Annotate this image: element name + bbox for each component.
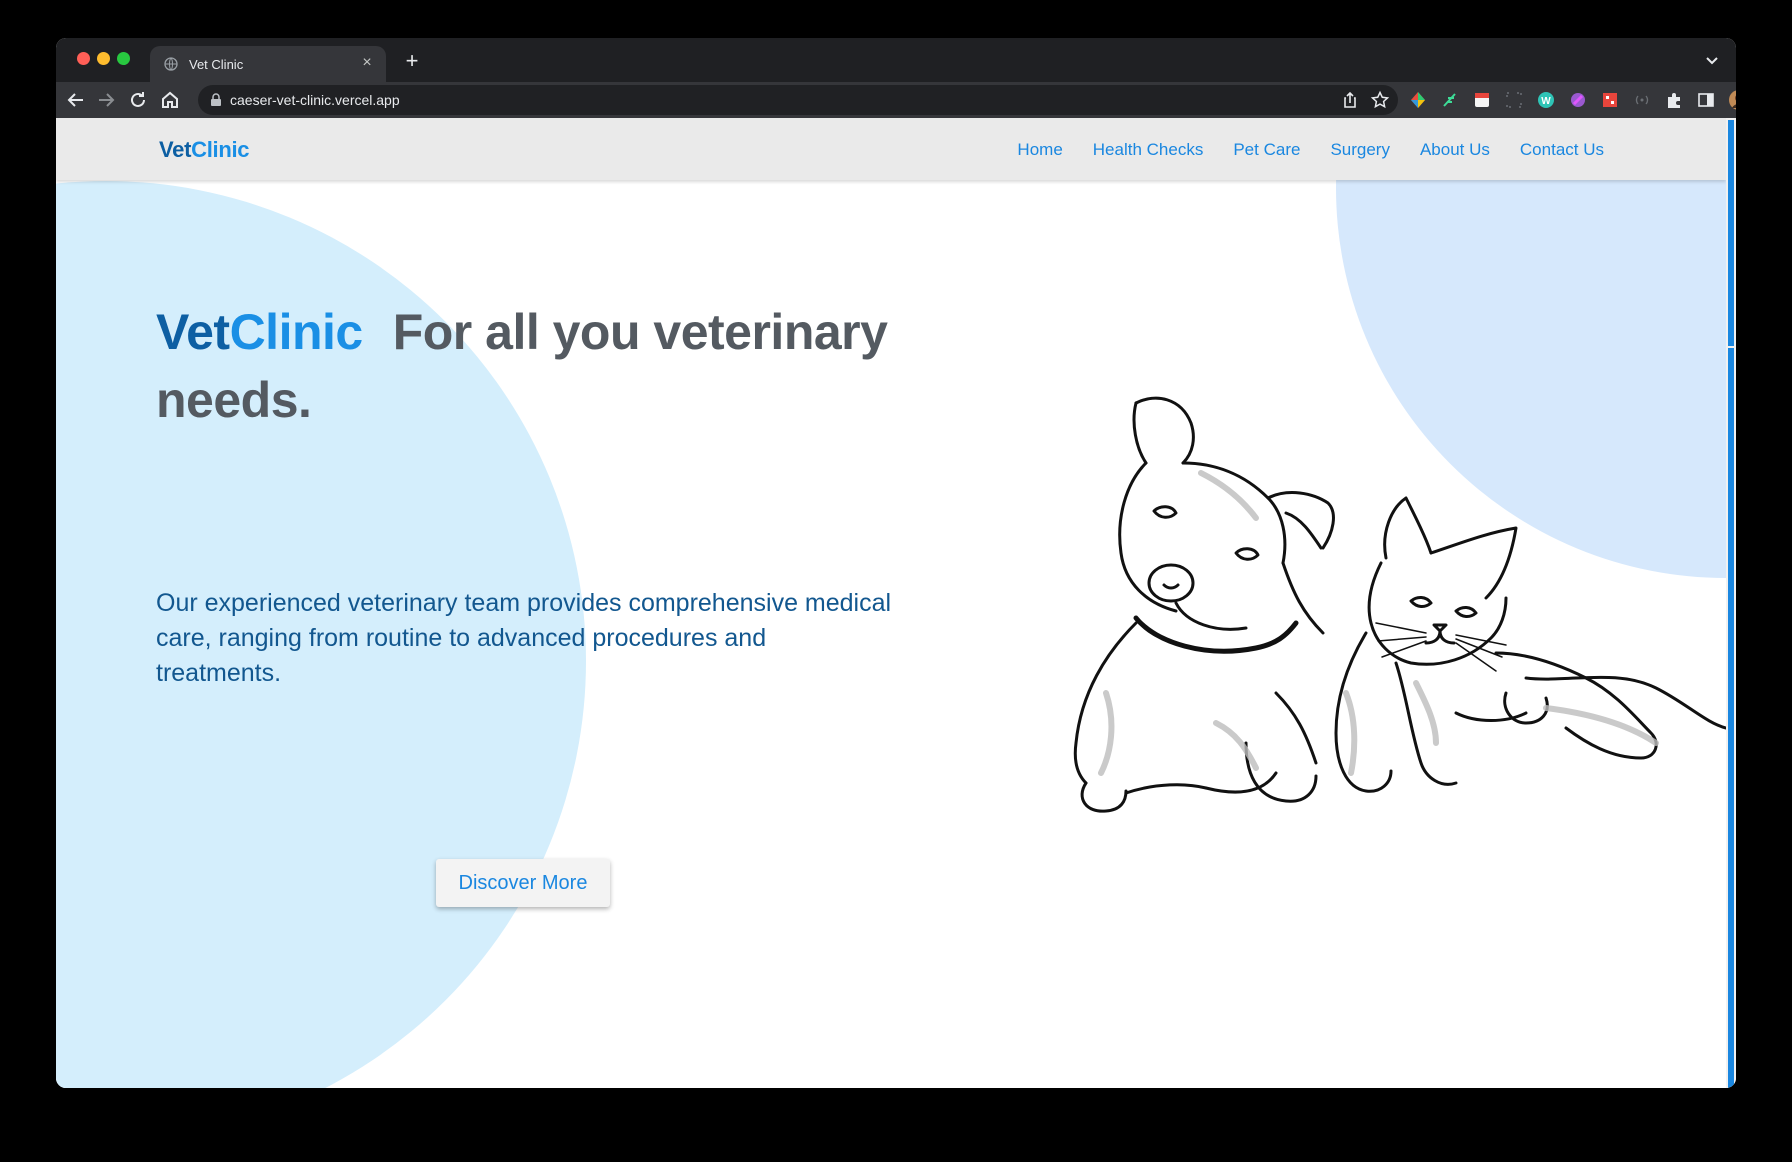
nav-links: Home Health Checks Pet Care Surgery Abou… bbox=[1017, 140, 1604, 160]
browser-tab[interactable]: Vet Clinic × bbox=[150, 46, 386, 82]
nav-link-contact-us[interactable]: Contact Us bbox=[1520, 140, 1604, 160]
screenshot-extension-icon[interactable] bbox=[1504, 90, 1524, 110]
dog-and-cat-illustration bbox=[1073, 396, 1726, 813]
lock-icon[interactable] bbox=[210, 93, 222, 107]
site-navbar: VetClinic Home Health Checks Pet Care Su… bbox=[56, 118, 1726, 180]
grid-extension-icon[interactable] bbox=[1600, 90, 1620, 110]
chevron-down-icon[interactable] bbox=[1702, 50, 1722, 70]
w-extension-icon[interactable]: W bbox=[1536, 90, 1556, 110]
tab-title: Vet Clinic bbox=[189, 57, 244, 72]
nav-link-health-checks[interactable]: Health Checks bbox=[1093, 140, 1204, 160]
share-icon[interactable] bbox=[1340, 90, 1360, 110]
side-panel-icon[interactable] bbox=[1696, 90, 1716, 110]
tab-close-icon[interactable]: × bbox=[356, 52, 378, 74]
hero-brand: VetClinic bbox=[156, 304, 363, 360]
globe-icon bbox=[164, 57, 178, 71]
minimize-window-button[interactable] bbox=[97, 52, 110, 65]
gradient-extension-icon[interactable] bbox=[1568, 90, 1588, 110]
discover-more-button[interactable]: Discover More bbox=[436, 859, 610, 907]
maximize-window-button[interactable] bbox=[117, 52, 130, 65]
home-icon[interactable] bbox=[158, 88, 182, 112]
back-arrow-icon[interactable] bbox=[64, 88, 88, 112]
web-page: VetClinic Home Health Checks Pet Care Su… bbox=[56, 118, 1726, 1088]
browser-window: Vet Clinic × + caeser-vet-clinic.vercel.… bbox=[56, 38, 1736, 1088]
profile-avatar[interactable] bbox=[1728, 89, 1736, 111]
broadcast-extension-icon[interactable] bbox=[1632, 90, 1652, 110]
reload-icon[interactable] bbox=[126, 88, 150, 112]
nav-link-home[interactable]: Home bbox=[1017, 140, 1062, 160]
logo-text-clinic: Clinic bbox=[191, 137, 250, 162]
hero-description: Our experienced veterinary team provides… bbox=[156, 589, 892, 687]
scrollbar-thumb[interactable] bbox=[1728, 120, 1734, 346]
puzzle-extensions-icon[interactable] bbox=[1664, 90, 1684, 110]
hero-brand-clinic: Clinic bbox=[229, 304, 364, 360]
bookmark-star-icon[interactable] bbox=[1370, 90, 1390, 110]
svg-text:W: W bbox=[1541, 96, 1551, 107]
nav-link-about-us[interactable]: About Us bbox=[1420, 140, 1490, 160]
nav-link-pet-care[interactable]: Pet Care bbox=[1233, 140, 1300, 160]
address-bar[interactable]: caeser-vet-clinic.vercel.app bbox=[198, 85, 1398, 115]
hero-title: VetClinic For all you veterinary needs. bbox=[156, 298, 916, 434]
forward-arrow-icon[interactable] bbox=[94, 88, 118, 112]
new-tab-button[interactable]: + bbox=[399, 48, 425, 74]
close-window-button[interactable] bbox=[77, 52, 90, 65]
tab-strip: Vet Clinic × + bbox=[56, 38, 1736, 82]
nav-link-surgery[interactable]: Surgery bbox=[1330, 140, 1390, 160]
feather-extension-icon[interactable] bbox=[1440, 90, 1460, 110]
scrollbar-track[interactable] bbox=[1728, 348, 1734, 1088]
hero-brand-vet: Vet bbox=[156, 304, 230, 360]
logo-text-vet: Vet bbox=[159, 137, 192, 162]
browser-toolbar: caeser-vet-clinic.vercel.app W bbox=[56, 82, 1736, 118]
url-text[interactable]: caeser-vet-clinic.vercel.app bbox=[230, 92, 400, 108]
site-logo[interactable]: VetClinic bbox=[159, 137, 250, 163]
page-scrollbar[interactable] bbox=[1726, 118, 1736, 1088]
notes-extension-icon[interactable] bbox=[1472, 90, 1492, 110]
color-wheel-extension-icon[interactable] bbox=[1408, 90, 1428, 110]
